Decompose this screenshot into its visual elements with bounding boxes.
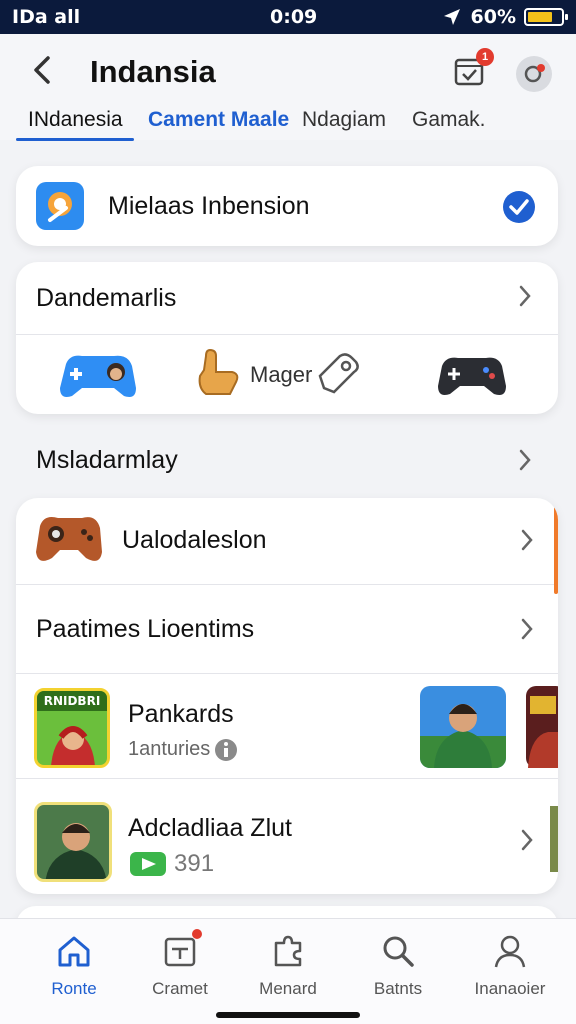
game-thumbnail[interactable] [34,802,112,882]
section-card: Dandemarlis Mager [16,262,558,414]
location-icon [443,9,460,25]
checkmark-icon[interactable] [502,190,536,224]
bottom-navigation: Ronte Cramet Menard Batnts Inanaoier [0,918,576,1024]
status-bar: IDa all 0:09 60% [0,0,576,34]
list-item[interactable]: RNIDBRI Pankards 1anturies [16,674,558,778]
nav-cramet[interactable]: Cramet [130,929,230,999]
play-badge-icon [130,852,166,876]
hand-pointer-icon[interactable] [196,348,242,398]
avatar[interactable] [516,56,552,92]
nav-home[interactable]: Ronte [24,933,124,999]
chevron-right-icon[interactable] [520,828,534,852]
item-subtitle: 1anturies [128,738,211,760]
clock: 0:09 [270,6,318,28]
nav-label: Menard [259,979,317,998]
list-item-label: Paatimes Lioentims [36,615,255,643]
profile-dot-icon [524,64,545,83]
nav-menard[interactable]: Menard [238,933,338,999]
user-icon [494,935,526,968]
back-arrow-icon[interactable] [26,52,62,88]
item-title: Adcladliaa Zlut [128,814,292,842]
game-thumbnail[interactable]: RNIDBRI [34,688,110,768]
list-item[interactable]: Paatimes Lioentims [16,585,558,673]
nav-profile[interactable]: Inanaoier [460,933,560,999]
divider [16,778,558,779]
board-icon [164,937,196,967]
scroll-indicator[interactable] [554,498,558,594]
section-title[interactable]: Dandemarlis [36,284,176,313]
item-count: 391 [174,850,215,877]
app-header: Indansia 1 INdanesia Cament Maale Ndagia… [0,34,576,142]
section2-title[interactable]: Msladarmlay [36,446,178,475]
battery-percent: 60% [470,6,516,28]
home-icon [58,936,90,967]
nav-label: Inanaoier [474,979,546,998]
tab-cament-maale[interactable]: Cament Maale [148,108,289,132]
tab-bar: INdanesia Cament Maale Ndagiam Gamak. [0,108,576,142]
chevron-right-icon[interactable] [518,448,532,472]
middle-label: Mager [250,362,313,387]
tab-gamak[interactable]: Gamak. [412,108,486,132]
notification-button[interactable]: 1 [452,48,494,92]
feature-card[interactable]: Mielaas Inbension [16,166,558,246]
info-icon[interactable] [214,738,238,762]
status-right: 60% [441,6,568,28]
search-icon [383,936,414,967]
character-portrait-icon [528,696,558,768]
divider [16,334,558,335]
brown-gamepad-icon [36,517,102,561]
active-tab-indicator [16,138,134,141]
page-title: Indansia [90,54,216,89]
character-portrait-icon [45,823,107,879]
notification-badge: 1 [476,48,494,66]
home-indicator[interactable] [216,1012,360,1018]
app-logo-icon [36,182,84,230]
character-portrait-icon [420,704,506,768]
chevron-right-icon[interactable] [520,617,534,641]
blue-gamepad-icon[interactable] [58,350,138,402]
puzzle-icon [274,935,302,967]
thumbnail-caption: RNIDBRI [37,691,107,711]
signal-indicator: IDa all [12,6,81,28]
tab-ndagiam[interactable]: Ndagiam [302,108,386,132]
tag-icon[interactable] [316,350,362,396]
nav-badge-dot [192,929,202,939]
list-item-label: Ualodaleslon [122,526,267,554]
dark-gamepad-icon[interactable] [436,354,508,398]
feature-label: Mielaas Inbension [108,192,310,220]
nav-label: Cramet [152,979,208,998]
battery-icon [524,8,568,26]
nav-batnts[interactable]: Batnts [348,933,448,999]
list-card: Ualodaleslon Paatimes Lioentims RNIDBRI … [16,498,558,894]
game-thumbnail[interactable] [526,686,558,768]
list-item[interactable]: Ualodaleslon [16,498,558,584]
chevron-right-icon[interactable] [518,284,532,308]
list-item[interactable]: Adcladliaa Zlut 391 [16,794,558,892]
game-thumbnail-edge [550,806,558,872]
item-title: Pankards [128,700,234,728]
nav-label: Batnts [373,979,423,998]
nav-label: Ronte [51,979,97,998]
chevron-right-icon[interactable] [520,528,534,552]
game-thumbnail[interactable] [420,686,506,768]
character-portrait-icon [51,726,95,765]
tab-indanesia[interactable]: INdanesia [28,108,123,132]
